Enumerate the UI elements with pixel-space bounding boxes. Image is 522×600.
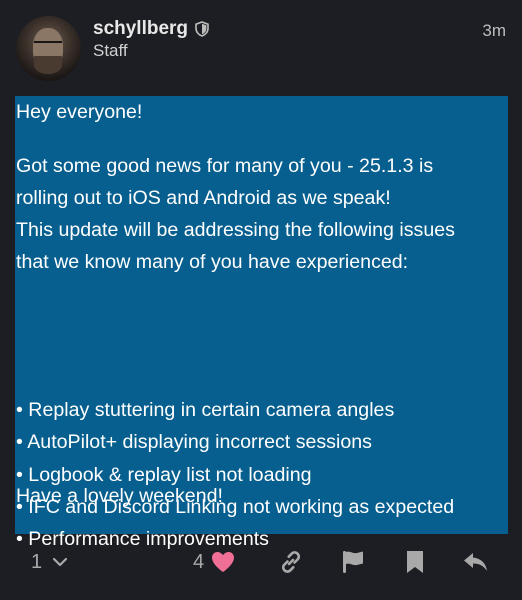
like-button[interactable]: 4 (193, 544, 236, 580)
issue-list: • Replay stuttering in certain camera an… (16, 394, 454, 555)
reply-button[interactable] (462, 544, 490, 580)
bookmark-icon (404, 548, 426, 576)
avatar[interactable] (16, 16, 81, 81)
paragraph-line: rolling out to iOS and Android as we spe… (16, 187, 391, 209)
heart-icon (210, 550, 236, 574)
chevron-down-icon (52, 556, 68, 568)
flag-icon (340, 548, 366, 576)
flag-button[interactable] (340, 544, 366, 580)
avatar-glasses (34, 41, 62, 50)
avatar-beard (34, 56, 62, 74)
like-count: 4 (193, 550, 205, 573)
user-title: Staff (93, 41, 128, 60)
replies-toggle-button[interactable]: 1 (31, 544, 68, 580)
post-greeting: Hey everyone! (16, 101, 143, 123)
reply-count: 1 (31, 550, 43, 573)
paragraph-line: This update will be addressing the follo… (16, 219, 455, 241)
username-link[interactable]: schyllberg (93, 18, 188, 40)
reply-icon (462, 548, 490, 576)
username-row: schyllberg (93, 18, 210, 40)
forum-post: schyllberg Staff 3m Hey everyone! Got so… (0, 0, 522, 600)
post-closing: Have a lovely weekend! (16, 485, 223, 507)
post-body: Hey everyone! Got some good news for man… (15, 96, 508, 550)
paragraph-line: Got some good news for many of you - 25.… (16, 155, 434, 177)
paragraph-line: that we know many of you have experience… (16, 251, 409, 273)
link-icon (277, 548, 305, 576)
post-time[interactable]: 3m (482, 21, 506, 41)
share-link-button[interactable] (277, 544, 305, 580)
post-actions: 1 4 (0, 544, 522, 584)
bookmark-button[interactable] (404, 544, 426, 580)
list-item: • Replay stuttering in certain camera an… (16, 399, 395, 421)
post-paragraph: Got some good news for many of you - 25.… (16, 150, 506, 278)
shield-icon (194, 21, 210, 37)
list-item: • AutoPilot+ displaying incorrect sessio… (16, 431, 372, 454)
